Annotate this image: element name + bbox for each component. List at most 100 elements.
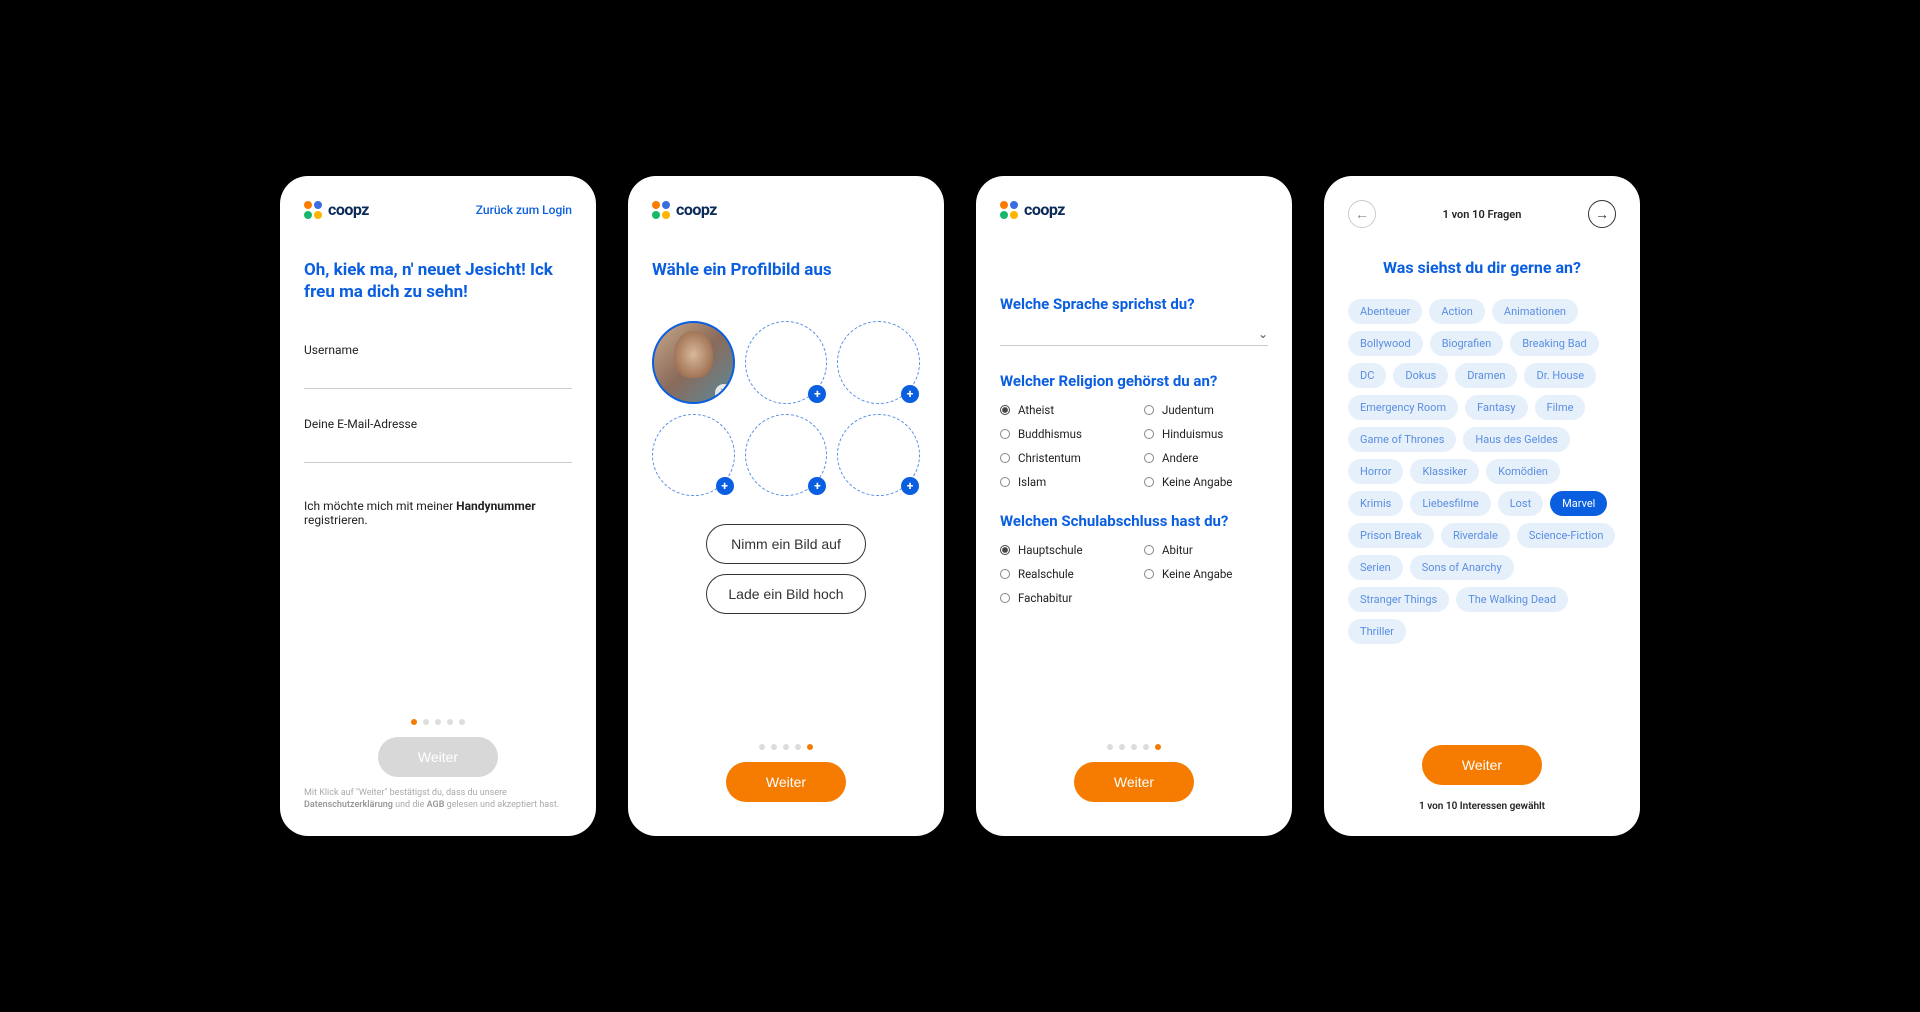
interest-tag[interactable]: Dramen — [1455, 363, 1517, 388]
radio-label: Judentum — [1162, 403, 1214, 417]
plus-icon: + — [901, 477, 919, 495]
logo-text: coopz — [1024, 200, 1065, 219]
interest-tag[interactable]: Sons of Anarchy — [1410, 555, 1514, 580]
interest-tag[interactable]: Dr. House — [1524, 363, 1596, 388]
radio-label: Andere — [1162, 451, 1198, 465]
profile-picture-slot-1-filled[interactable]: ✕ — [652, 321, 735, 404]
continue-button[interactable]: Weiter — [378, 737, 498, 777]
radio-label: Islam — [1018, 475, 1046, 489]
chevron-down-icon: ⌄ — [1258, 327, 1268, 341]
radio-icon — [1000, 453, 1010, 463]
radio-option[interactable]: Abitur — [1144, 540, 1268, 560]
radio-icon — [1000, 593, 1010, 603]
radio-icon — [1000, 477, 1010, 487]
interest-tag[interactable]: Horror — [1348, 459, 1403, 484]
interest-tag[interactable]: Riverdale — [1441, 523, 1510, 548]
radio-label: Keine Angabe — [1162, 475, 1232, 489]
page-dot — [1155, 744, 1161, 750]
page-heading: Oh, kiek ma, n' neuet Jesicht! Ick freu … — [304, 259, 572, 303]
radio-label: Fachabitur — [1018, 591, 1072, 605]
interest-tag[interactable]: Thriller — [1348, 619, 1406, 644]
interest-tag[interactable]: Bollywood — [1348, 331, 1423, 356]
radio-option[interactable]: Islam — [1000, 472, 1124, 492]
page-dot — [1143, 744, 1149, 750]
page-indicator — [652, 744, 920, 750]
remove-icon[interactable]: ✕ — [715, 384, 733, 402]
continue-button[interactable]: Weiter — [1074, 762, 1194, 802]
header: coopz Zurück zum Login — [304, 200, 572, 219]
radio-label: Hinduismus — [1162, 427, 1223, 441]
phone-registration-text[interactable]: Ich möchte mich mit meiner Handynummer r… — [304, 499, 572, 527]
interest-tag[interactable]: Action — [1429, 299, 1485, 324]
radio-option[interactable]: Keine Angabe — [1144, 472, 1268, 492]
radio-option[interactable]: Realschule — [1000, 564, 1124, 584]
radio-option[interactable]: Fachabitur — [1000, 588, 1124, 608]
radio-icon — [1144, 477, 1154, 487]
interest-tag[interactable]: Emergency Room — [1348, 395, 1458, 420]
interest-tag[interactable]: Biografien — [1430, 331, 1503, 356]
interest-tag[interactable]: DC — [1348, 363, 1386, 388]
take-photo-button[interactable]: Nimm ein Bild auf — [706, 524, 866, 564]
continue-button[interactable]: Weiter — [726, 762, 846, 802]
plus-icon: + — [901, 385, 919, 403]
interest-tag[interactable]: Science-Fiction — [1517, 523, 1616, 548]
interest-tag[interactable]: Animationen — [1492, 299, 1578, 324]
username-label: Username — [304, 343, 572, 357]
legal-text: Mit Klick auf "Weiter" bestätigst du, da… — [304, 787, 572, 812]
prev-question-button[interactable]: ← — [1348, 200, 1376, 228]
continue-button[interactable]: Weiter — [1422, 745, 1542, 785]
page-indicator — [1000, 744, 1268, 750]
logo-icon — [652, 201, 670, 219]
interest-tags: Abenteuer Action Animationen Bollywood Biogr… — [1348, 299, 1616, 644]
page-dot — [795, 744, 801, 750]
interest-tag[interactable]: Fantasy — [1465, 395, 1527, 420]
email-input[interactable] — [304, 435, 572, 463]
radio-icon — [1144, 453, 1154, 463]
interest-tag[interactable]: The Walking Dead — [1456, 587, 1568, 612]
interest-tag[interactable]: Haus des Geldes — [1463, 427, 1569, 452]
interest-tag[interactable]: Stranger Things — [1348, 587, 1449, 612]
radio-option[interactable]: Judentum — [1144, 400, 1268, 420]
interests-screen: ← 1 von 10 Fragen → Was siehst du dir ge… — [1324, 176, 1640, 836]
page-dot — [1107, 744, 1113, 750]
radio-option[interactable]: Andere — [1144, 448, 1268, 468]
interest-tag[interactable]: Filme — [1535, 395, 1586, 420]
interest-tag[interactable]: Klassiker — [1410, 459, 1479, 484]
interest-tag[interactable]: Dokus — [1393, 363, 1448, 388]
profile-picture-slot-3[interactable]: + — [837, 321, 920, 404]
interest-tag[interactable]: Abenteuer — [1348, 299, 1422, 324]
interest-tag[interactable]: Marvel — [1550, 491, 1607, 516]
radio-icon — [1144, 545, 1154, 555]
next-question-button[interactable]: → — [1588, 200, 1616, 228]
interest-tag[interactable]: Prison Break — [1348, 523, 1434, 548]
interest-tag[interactable]: Komödien — [1486, 459, 1560, 484]
radio-icon — [1000, 569, 1010, 579]
radio-option[interactable]: Buddhismus — [1000, 424, 1124, 444]
username-input[interactable] — [304, 361, 572, 389]
interest-tag[interactable]: Lost — [1498, 491, 1543, 516]
radio-icon — [1144, 429, 1154, 439]
profile-picture-slot-4[interactable]: + — [652, 414, 735, 497]
interest-tag[interactable]: Breaking Bad — [1510, 331, 1599, 356]
back-to-login-link[interactable]: Zurück zum Login — [476, 203, 572, 217]
language-select[interactable]: ⌄ — [1000, 323, 1268, 346]
upload-photo-button[interactable]: Lade ein Bild hoch — [706, 574, 866, 614]
profile-picture-slot-2[interactable]: + — [745, 321, 828, 404]
interest-tag[interactable]: Liebesfilme — [1410, 491, 1490, 516]
radio-option[interactable]: Christentum — [1000, 448, 1124, 468]
page-dot — [771, 744, 777, 750]
radio-option[interactable]: Hauptschule — [1000, 540, 1124, 560]
page-heading: Wähle ein Profilbild aus — [652, 259, 920, 281]
interest-tag[interactable]: Krimis — [1348, 491, 1403, 516]
interest-tag[interactable]: Serien — [1348, 555, 1403, 580]
radio-icon — [1000, 405, 1010, 415]
profile-picture-slot-6[interactable]: + — [837, 414, 920, 497]
page-dot — [435, 719, 441, 725]
radio-option[interactable]: Atheist — [1000, 400, 1124, 420]
profile-picture-slot-5[interactable]: + — [745, 414, 828, 497]
radio-option[interactable]: Keine Angabe — [1144, 564, 1268, 584]
interest-tag[interactable]: Game of Thrones — [1348, 427, 1456, 452]
header: coopz — [1000, 200, 1268, 219]
logo: coopz — [1000, 200, 1065, 219]
radio-option[interactable]: Hinduismus — [1144, 424, 1268, 444]
